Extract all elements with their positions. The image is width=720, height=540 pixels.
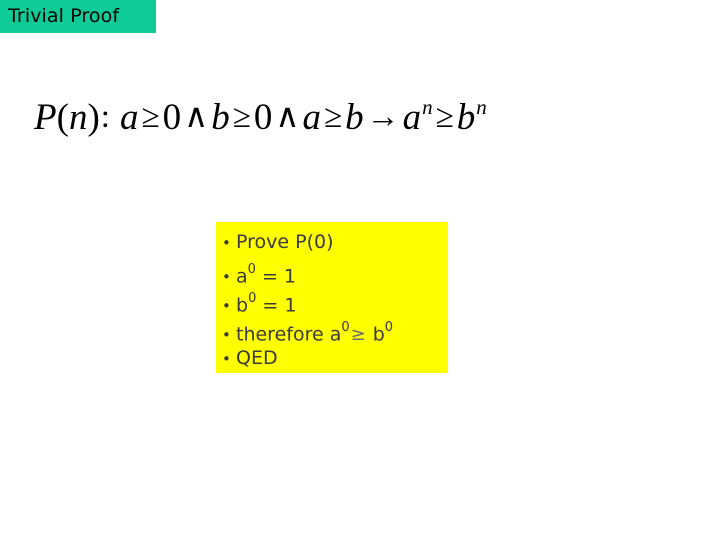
formula-implication-arrow: → bbox=[366, 98, 400, 135]
formula-term1-value: 0 bbox=[162, 96, 182, 138]
proof-step-second-exponent: 0 bbox=[384, 320, 394, 335]
proof-step-exponent: 0 bbox=[248, 291, 257, 306]
formula-term3-relation: ≥ bbox=[324, 98, 343, 135]
proof-step-prefix: QED bbox=[236, 347, 278, 369]
bullet-icon: • bbox=[222, 350, 231, 368]
slide-title-band: Trivial Proof bbox=[0, 0, 156, 33]
formula-predicate-name: P bbox=[34, 96, 57, 138]
proof-step-second-base: b bbox=[372, 323, 385, 346]
formula-term3-rhs: b bbox=[345, 96, 364, 138]
formula-term2-value: 0 bbox=[253, 96, 273, 138]
formula-term1-relation: ≥ bbox=[141, 98, 160, 135]
bullet-icon: • bbox=[222, 234, 231, 252]
formula-term2-relation: ≥ bbox=[232, 98, 251, 135]
slide-canvas: Trivial Proof P(n): a ≥0 ∧ b ≥0 ∧ a ≥ b → a n ≥ b n • P… bbox=[0, 0, 720, 540]
formula-predicate-arg: n bbox=[68, 96, 88, 138]
formula-conclusion-relation: ≥ bbox=[435, 98, 454, 135]
proof-step-prefix: Prove P(0) bbox=[236, 231, 334, 253]
formula-conclusion-rhs-base: b bbox=[456, 96, 476, 138]
formula-term3-lhs: a bbox=[302, 96, 322, 138]
formula-conclusion-rhs-exponent: n bbox=[476, 94, 487, 119]
list-item: • therefore a0≥ b0 bbox=[222, 315, 448, 346]
list-item: • Prove P(0) bbox=[222, 228, 448, 257]
proof-step-text: Prove P(0) bbox=[236, 228, 334, 257]
formula-predicate-open-paren: ( bbox=[56, 96, 69, 138]
formula-conclusion-lhs-base: a bbox=[402, 96, 422, 138]
formula-term2-var: b bbox=[211, 96, 230, 138]
formula-conjunction-1: ∧ bbox=[184, 98, 209, 135]
formula-colon: : bbox=[100, 98, 110, 135]
proof-step-prefix: a bbox=[236, 265, 248, 288]
formula-conjunction-2: ∧ bbox=[275, 98, 300, 135]
proof-step-prefix: therefore a bbox=[236, 323, 342, 346]
formula-conclusion-lhs-exponent: n bbox=[422, 94, 433, 119]
bullet-icon: • bbox=[222, 297, 231, 316]
proof-step-exponent: 0 bbox=[341, 320, 350, 335]
formula-term1-var: a bbox=[119, 96, 139, 138]
list-item: • a0 = 1 bbox=[222, 257, 448, 288]
proof-steps-box: • Prove P(0) • a0 = 1 • b0 = 1 • therefo… bbox=[216, 222, 448, 373]
proposition-formula: P(n): a ≥0 ∧ b ≥0 ∧ a ≥ b → a n ≥ b n bbox=[34, 86, 698, 148]
proof-step-suffix: = 1 bbox=[256, 294, 297, 317]
bullet-icon: • bbox=[222, 268, 231, 287]
proof-step-prefix: b bbox=[236, 294, 249, 317]
proof-step-text: QED bbox=[236, 344, 278, 373]
list-item: • b0 = 1 bbox=[222, 286, 448, 317]
proof-step-relation: ≥ bbox=[350, 324, 366, 346]
page-title: Trivial Proof bbox=[8, 5, 120, 27]
proof-step-suffix: = 1 bbox=[255, 265, 297, 288]
formula-predicate-close-paren: ) bbox=[87, 96, 100, 138]
proof-step-exponent: 0 bbox=[247, 262, 256, 277]
